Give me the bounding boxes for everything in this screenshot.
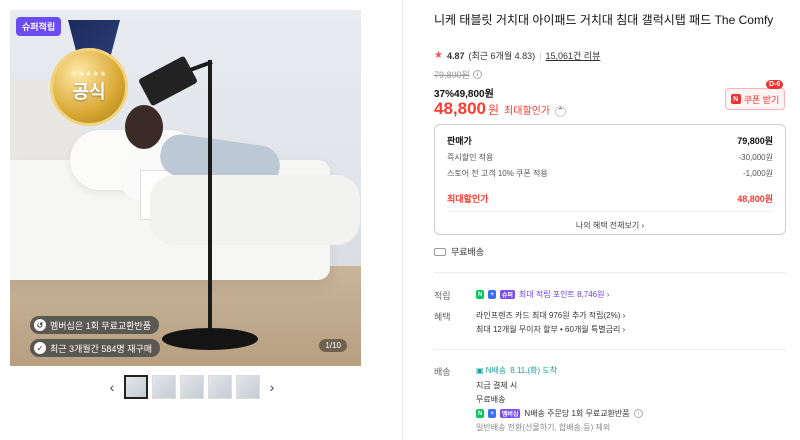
- rating-recent: (최근 6개월 4.83): [468, 51, 536, 61]
- rating-score: 4.87: [446, 50, 465, 61]
- stand-pole: [208, 60, 212, 350]
- final-price-label: 최대할인가: [504, 106, 551, 117]
- truck-icon: [434, 247, 446, 256]
- cart-icon: ✓: [34, 342, 46, 354]
- star-icon: ★: [434, 50, 443, 61]
- n-delivery-icon: ▣ N배송: [476, 366, 507, 375]
- repurchase-pill: ✓ 최근 3개월간 584명 재구매: [30, 339, 161, 357]
- free-shipping-row: 무료배송: [434, 245, 484, 258]
- thumb-next-icon[interactable]: ›: [264, 379, 280, 395]
- stand-base: [162, 328, 258, 350]
- membership-pill-text: 멤버십은 1회 무료교환반품: [50, 320, 152, 331]
- naver-n-icon: N: [476, 409, 485, 418]
- badge-text: 공식: [72, 82, 106, 102]
- chevron-up-icon[interactable]: ⌃: [555, 106, 567, 117]
- info-icon[interactable]: i: [472, 70, 482, 79]
- plus-icon: +: [488, 409, 496, 418]
- sale-price-value: 79,800원: [737, 136, 773, 146]
- max-discount-label: 최대할인가: [447, 194, 489, 204]
- membership-pill: ↺ 멤버십은 1회 무료교환반품: [30, 316, 160, 334]
- benefit-card-row[interactable]: 라인프렌즈 카드 최대 976원 추가 적립(2%) ›: [476, 310, 625, 321]
- thumb-prev-icon[interactable]: ‹: [104, 379, 120, 395]
- image-counter: 1/10: [319, 339, 347, 352]
- benefit-installment-row[interactable]: 최대 12개월 무이자 할부 • 60개월 특별금리 ›: [476, 324, 625, 335]
- final-price: 48,800: [434, 99, 486, 118]
- points-row[interactable]: N + 슈퍼 최대 적립 포인트 8,746원 ›: [476, 289, 609, 300]
- sale-price-row: 판매가 79,800원: [447, 134, 773, 147]
- sale-price-label: 판매가: [447, 136, 472, 146]
- discount-price: 37%49,800원: [434, 89, 494, 100]
- coupon-button[interactable]: N 쿠폰 받기: [725, 88, 785, 110]
- repurchase-pill-text: 최근 3개월간 584명 재구매: [50, 343, 153, 354]
- final-price-row: 48,800 원 최대할인가 ⌃: [434, 99, 567, 119]
- arrival-row: ▣ N배송 8.11.(화) 도착: [476, 365, 557, 376]
- n-delivery-return-row: N + 멤버십 N배송 주문당 1회 무료교환반품 i: [476, 408, 643, 419]
- original-price-row: 79,800원 i: [434, 68, 482, 81]
- thumbnail[interactable]: [236, 375, 260, 399]
- divider: [434, 272, 786, 273]
- badge-stars-icon: ★★★★★: [70, 71, 108, 78]
- naver-n-icon: N: [476, 290, 485, 299]
- thumbnail[interactable]: [180, 375, 204, 399]
- divider: [434, 349, 786, 350]
- rating-row: ★ 4.87 (최근 6개월 4.83) | 15,061건 리뷰: [434, 49, 600, 62]
- exchange-icon: ↺: [34, 319, 46, 331]
- thumbnail[interactable]: [152, 375, 176, 399]
- person-head: [125, 105, 163, 149]
- delivery-line4: 일반배송 전환(선물하기, 합배송 등) 제외: [476, 423, 611, 432]
- dday-badge: D-6: [766, 80, 784, 89]
- review-count-link[interactable]: 15,061건 리뷰: [545, 49, 600, 62]
- product-page: ★★★★★ 공식 슈퍼적립 ↺ 멤버십은 1회 무료교환반품 ✓ 최근 3개월간…: [0, 0, 800, 440]
- points-label: 적립: [434, 291, 451, 301]
- separator: |: [539, 50, 542, 61]
- max-discount-row: 최대할인가 48,800원: [447, 192, 773, 205]
- max-discount-value: 48,800원: [737, 194, 773, 204]
- points-text: 최대 적립 포인트 8,746원 ›: [518, 290, 610, 299]
- delivery-label: 배송: [434, 367, 451, 377]
- store-coupon-value: -1,000원: [742, 169, 773, 178]
- thumbnail[interactable]: [208, 375, 232, 399]
- benefits-label: 혜택: [434, 312, 451, 322]
- original-price: 79,800원: [434, 70, 470, 80]
- column-divider: [402, 0, 403, 440]
- store-coupon-row: 스토어 전 고객 10% 쿠폰 적용 -1,000원: [447, 168, 773, 179]
- plus-icon: +: [488, 290, 496, 299]
- delivery-line2: 무료배송: [476, 395, 506, 404]
- membership-badge-icon: 멤버십: [499, 409, 521, 418]
- divider: [447, 211, 773, 212]
- product-title: 니케 태블릿 거치대 아이패드 거치대 침대 갤럭시탭 패드 The Comfy: [434, 13, 774, 27]
- instant-discount-value: -30,000원: [738, 153, 774, 162]
- store-coupon-label: 스토어 전 고객 10% 쿠폰 적용: [447, 169, 548, 178]
- blanket: [150, 175, 360, 245]
- instant-discount-label: 즉시할인 적용: [447, 153, 494, 162]
- arrival-date: 8.11.(화) 도착: [510, 366, 558, 375]
- instant-discount-row: 즉시할인 적용 -30,000원: [447, 152, 773, 163]
- view-all-benefits-link[interactable]: 나의 혜택 전체보기 ›: [435, 220, 785, 231]
- coupon-label: 쿠폰 받기: [743, 94, 780, 105]
- official-badge: ★★★★★ 공식: [50, 48, 128, 126]
- product-main-image[interactable]: ★★★★★ 공식 슈퍼적립 ↺ 멤버십은 1회 무료교환반품 ✓ 최근 3개월간…: [10, 10, 361, 366]
- thumbnail[interactable]: [124, 375, 148, 399]
- super-points-tag: 슈퍼적립: [16, 17, 62, 36]
- info-icon[interactable]: i: [633, 409, 643, 418]
- price-breakdown-box: 판매가 79,800원 즉시할인 적용 -30,000원 스토어 전 고객 10…: [434, 124, 786, 235]
- naver-n-icon: N: [730, 94, 741, 104]
- return-text: N배송 주문당 1회 무료교환반품: [524, 409, 630, 418]
- final-price-unit: 원: [488, 103, 500, 117]
- thumbnail-strip: ‹ ›: [104, 375, 280, 399]
- super-badge-icon: 슈퍼: [499, 290, 515, 299]
- free-shipping-text: 무료배송: [451, 247, 485, 257]
- delivery-line1: 지금 결제 시: [476, 381, 518, 390]
